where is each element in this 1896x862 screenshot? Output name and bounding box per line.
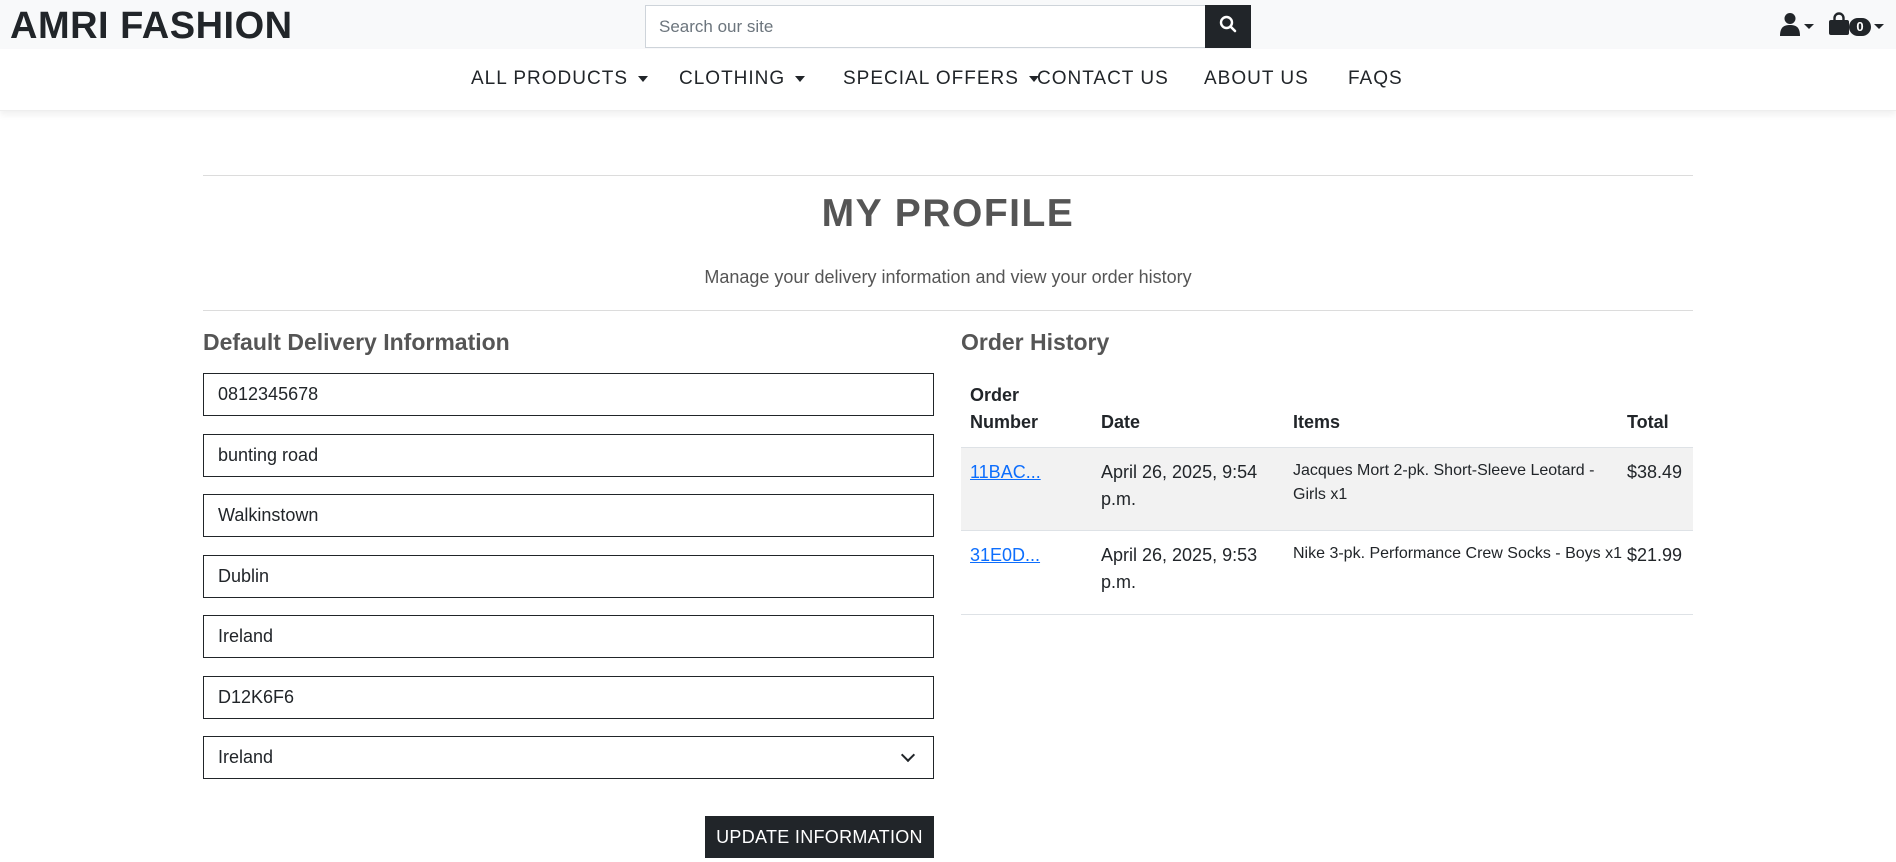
nav-item-label: FAQS — [1348, 68, 1403, 89]
order-date: April 26, 2025, 9:54 p.m. — [1101, 459, 1257, 513]
order-items-line: Girls x1 — [1293, 486, 1348, 503]
nav-item-all-products[interactable]: ALL PRODUCTS — [471, 68, 648, 90]
nav-item-label: ABOUT US — [1204, 68, 1309, 89]
street-address-1-field[interactable]: bunting road — [203, 434, 934, 477]
chevron-down-icon — [795, 76, 806, 82]
town-city-value: Dublin — [218, 566, 270, 586]
county-field[interactable]: Ireland — [203, 615, 934, 658]
column-header-order-number: Order Number — [970, 382, 1038, 436]
search-bar — [645, 5, 1251, 48]
chevron-down-icon — [900, 747, 916, 763]
town-city-field[interactable]: Dublin — [203, 555, 934, 598]
column-header-text: Number — [970, 412, 1039, 432]
table-row: 11BAC... April 26, 2025, 9:54 p.m. Jacqu… — [961, 447, 1693, 531]
nav-item-label: CLOTHING — [679, 68, 786, 89]
page-title: MY PROFILE — [821, 192, 1075, 235]
column-header-date: Date — [1101, 412, 1141, 432]
order-number-link[interactable]: 31E0D... — [970, 542, 1040, 569]
nav-item-faqs[interactable]: FAQS — [1348, 68, 1403, 90]
postcode-field[interactable]: D12K6F6 — [203, 676, 934, 719]
user-icon — [1779, 12, 1801, 41]
table-row: 31E0D... April 26, 2025, 9:53 p.m. Nike … — [961, 531, 1693, 615]
nav-item-clothing[interactable]: CLOTHING — [679, 68, 806, 90]
column-header-total: Total — [1627, 412, 1669, 432]
order-history-table: Order Number Date Items Total 11BAC... A… — [961, 372, 1693, 615]
shopping-bag-icon — [1828, 12, 1850, 41]
update-information-button[interactable]: UPDATE INFORMATION — [705, 816, 934, 858]
column-header-text: Order — [970, 385, 1020, 405]
bag-count-badge: 0 — [1849, 17, 1871, 36]
search-button[interactable] — [1205, 5, 1251, 48]
brand-name-part2: FASHION — [120, 5, 293, 47]
chevron-down-icon — [638, 76, 648, 82]
delivery-info-heading: Default Delivery Information — [203, 329, 510, 355]
top-bar: AMRI FASHION 0 — [0, 0, 1896, 49]
order-items-line: Jacques Mort 2-pk. Short-Sleeve Leotard … — [1293, 462, 1595, 479]
brand-logo[interactable]: AMRI FASHION — [10, 4, 293, 48]
brand-name-part1: AMRI — [10, 5, 110, 47]
nav-item-label: SPECIAL OFFERS — [843, 68, 1019, 89]
order-items: Jacques Mort 2-pk. Short-Sleeve Leotard … — [1293, 459, 1594, 507]
phone-number-field[interactable]: 0812345678 — [203, 373, 934, 416]
order-items: Nike 3-pk. Performance Crew Socks - Boys… — [1293, 542, 1622, 566]
order-items-line: Nike 3-pk. Performance Crew Socks - Boys… — [1293, 545, 1622, 562]
chevron-down-icon — [1804, 24, 1814, 29]
street-address-1-value: bunting road — [218, 445, 319, 465]
main-navigation: ALL PRODUCTS CLOTHING SPECIAL OFFERS CON… — [0, 49, 1896, 111]
country-value: Ireland — [218, 747, 274, 767]
order-date-line: April 26, 2025, 9:53 — [1101, 545, 1258, 565]
nav-item-label: CONTACT US — [1037, 68, 1169, 89]
order-total: $21.99 — [1627, 545, 1683, 565]
shopping-bag-button[interactable]: 0 — [1828, 12, 1884, 41]
order-total: $38.49 — [1627, 462, 1683, 482]
divider — [203, 175, 1693, 176]
street-address-2-value: Walkinstown — [218, 505, 319, 525]
order-number-link[interactable]: 11BAC... — [970, 459, 1041, 486]
order-date-line: p.m. — [1101, 489, 1137, 509]
nav-item-label: ALL PRODUCTS — [471, 68, 628, 89]
nav-item-about-us[interactable]: ABOUT US — [1204, 68, 1309, 90]
order-date-line: April 26, 2025, 9:54 — [1101, 462, 1258, 482]
phone-number-value: 0812345678 — [218, 384, 319, 404]
search-icon — [1219, 15, 1237, 38]
postcode-value: D12K6F6 — [218, 687, 295, 707]
column-header-items: Items — [1293, 412, 1341, 432]
header-icons: 0 — [1779, 12, 1884, 41]
nav-item-special-offers[interactable]: SPECIAL OFFERS — [843, 68, 1039, 90]
account-menu-button[interactable] — [1779, 12, 1814, 41]
page-subtitle: Manage your delivery information and vie… — [704, 267, 1192, 287]
country-select[interactable]: Ireland — [203, 736, 934, 779]
county-value: Ireland — [218, 626, 274, 646]
street-address-2-field[interactable]: Walkinstown — [203, 494, 934, 537]
chevron-down-icon — [1874, 24, 1884, 29]
order-history-heading: Order History — [961, 329, 1110, 355]
table-header: Order Number Date Items Total — [961, 372, 1693, 447]
divider — [203, 310, 1693, 311]
order-date-line: p.m. — [1101, 572, 1137, 592]
search-input[interactable] — [645, 5, 1205, 48]
order-date: April 26, 2025, 9:53 p.m. — [1101, 542, 1257, 596]
nav-item-contact-us[interactable]: CONTACT US — [1037, 68, 1169, 90]
